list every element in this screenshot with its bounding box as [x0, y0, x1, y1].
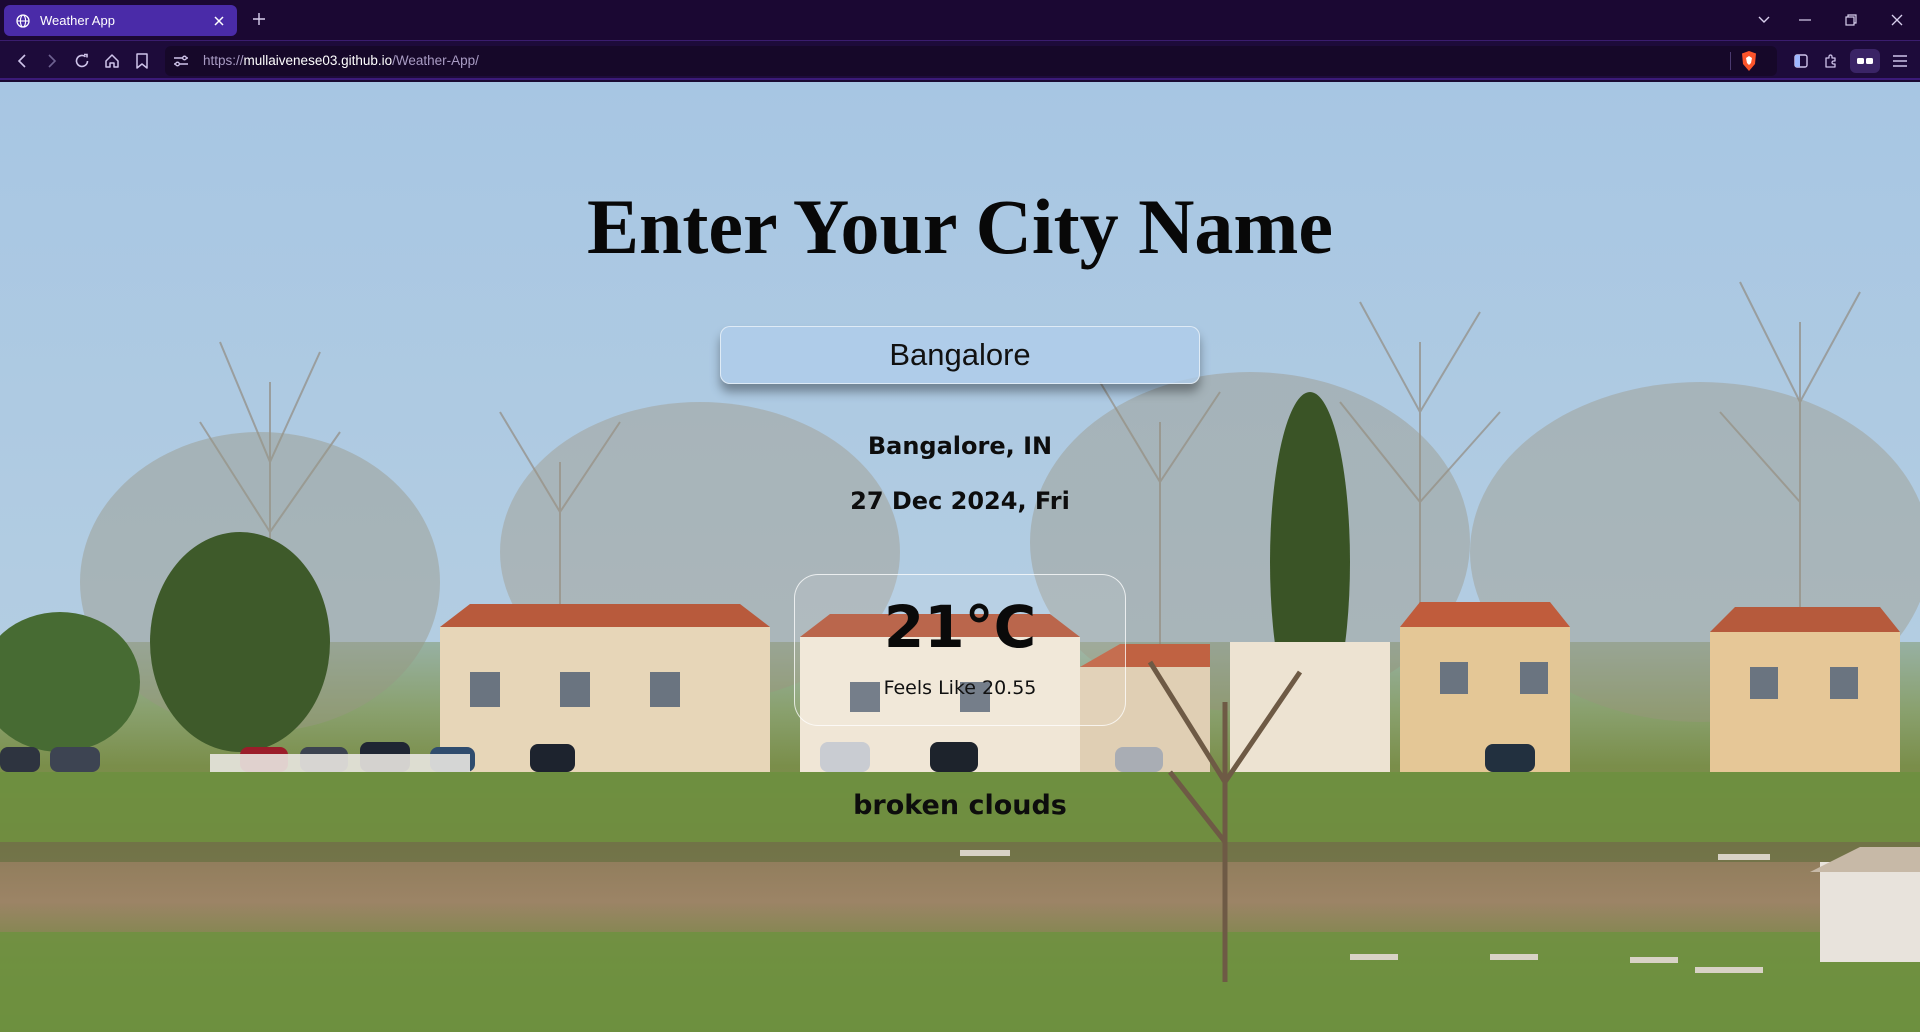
browser-tab-weather-app[interactable]: Weather App [4, 5, 237, 36]
globe-icon [16, 13, 30, 28]
close-window-icon[interactable] [1887, 10, 1907, 30]
back-arrow-icon[interactable] [12, 51, 32, 71]
menu-icon[interactable] [1890, 51, 1910, 71]
forward-arrow-icon[interactable] [42, 51, 62, 71]
new-tab-icon[interactable] [250, 10, 268, 28]
toolbar-divider [1730, 52, 1731, 70]
site-settings-icon[interactable] [173, 53, 189, 69]
page-title: Enter Your City Name [587, 183, 1333, 270]
tab-list-chevron-down-icon[interactable] [1754, 10, 1774, 30]
current-date: 27 Dec 2024, Fri [850, 487, 1070, 515]
sidebar-icon[interactable] [1791, 51, 1811, 71]
bookmark-icon[interactable] [132, 51, 152, 71]
tab-title: Weather App [40, 13, 115, 28]
url-path: /Weather-App/ [392, 53, 479, 68]
page-viewport: Enter Your City Name Bangalore, IN 27 De… [0, 82, 1920, 1032]
restore-icon[interactable] [1841, 10, 1861, 30]
temperature-card: 21°C Feels Like 20.55 [794, 574, 1126, 726]
close-tab-icon[interactable] [211, 13, 227, 29]
url-text: https://mullaivenese03.github.io/Weather… [203, 53, 479, 68]
minimize-icon[interactable] [1795, 10, 1815, 30]
address-bar[interactable]: https://mullaivenese03.github.io/Weather… [165, 46, 1777, 76]
location-name: Bangalore, IN [867, 432, 1053, 460]
home-icon[interactable] [102, 51, 122, 71]
browser-toolbar: https://mullaivenese03.github.io/Weather… [0, 40, 1920, 80]
temperature-value: 21°C [883, 593, 1037, 661]
browser-tab-bar: Weather App [0, 0, 1920, 40]
url-scheme: https:// [203, 53, 244, 68]
extensions-icon[interactable] [1821, 51, 1841, 71]
feels-like-value: Feels Like 20.55 [883, 677, 1037, 699]
weather-condition: broken clouds [853, 790, 1067, 821]
brave-shield-icon[interactable] [1739, 50, 1759, 72]
city-search-input[interactable] [720, 326, 1200, 384]
reload-icon[interactable] [72, 51, 92, 71]
url-host: mullaivenese03.github.io [243, 53, 393, 68]
wallet-icon[interactable] [1850, 49, 1880, 73]
